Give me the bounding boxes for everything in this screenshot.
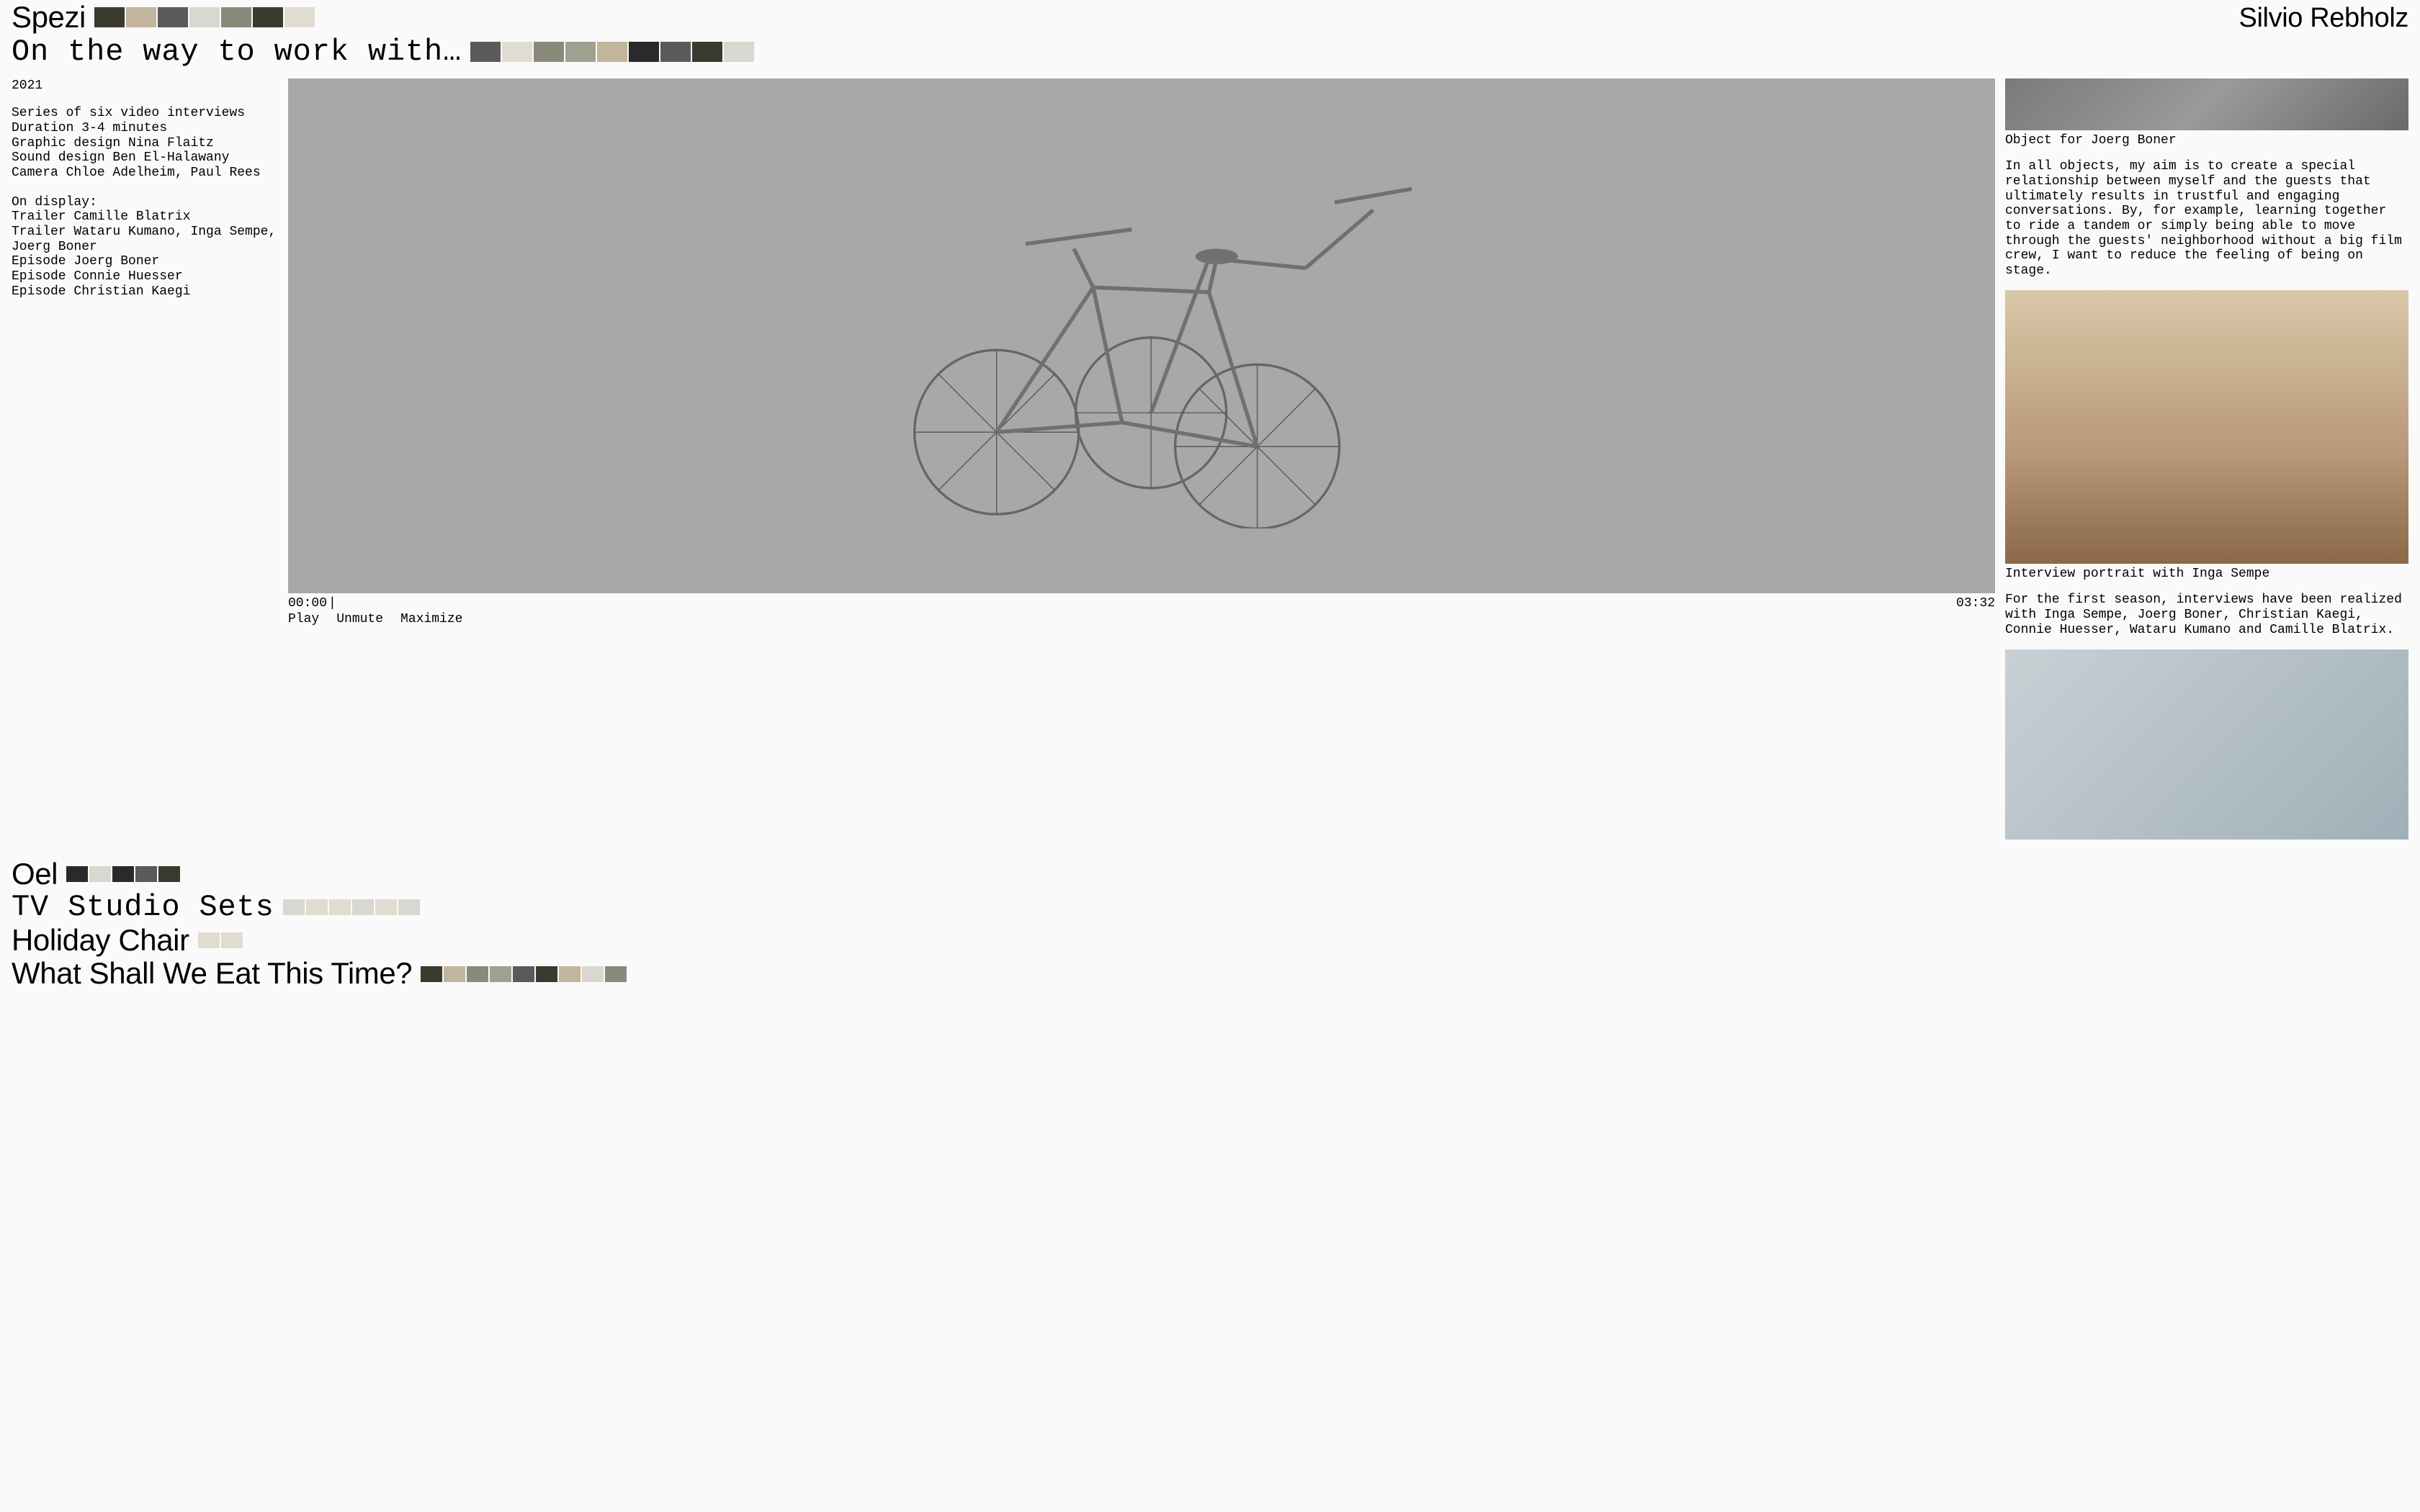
- site-name[interactable]: Silvio Rebholz: [2239, 3, 2408, 35]
- thumbnail-strip[interactable]: [94, 7, 315, 27]
- play-button[interactable]: Play: [288, 612, 319, 627]
- credit-line: Graphic design Nina Flaitz: [12, 136, 278, 151]
- display-item[interactable]: Trailer Camille Blatrix: [12, 210, 278, 225]
- sidebar: 2021 Series of six video interviews Dura…: [12, 78, 278, 842]
- project-row-holiday-chair[interactable]: Holiday Chair: [12, 923, 2408, 958]
- right-column: Object for Joerg Boner In all objects, m…: [2005, 78, 2408, 842]
- project-list: Oel TV Studio Sets Holiday Chair What Sh…: [12, 857, 2408, 991]
- bicycle-render-image: [501, 143, 1782, 528]
- image-portrait-sempe: [2005, 290, 2408, 564]
- credit-line: Sound design Ben El-Halawany: [12, 150, 278, 166]
- project-row-spezi[interactable]: Spezi: [12, 0, 2408, 35]
- project-title: Spezi: [12, 0, 86, 35]
- maximize-button[interactable]: Maximize: [400, 612, 462, 627]
- thumbnail-strip[interactable]: [421, 966, 627, 982]
- time-total: 03:32: [1956, 596, 1995, 611]
- display-item[interactable]: Episode Connie Huesser: [12, 269, 278, 284]
- video-progress-bar[interactable]: 00:00 | 03:32: [288, 596, 1995, 611]
- project-title: TV Studio Sets: [12, 890, 274, 924]
- project-title: What Shall We Eat This Time?: [12, 956, 412, 991]
- credit-line: Series of six video interviews: [12, 106, 278, 121]
- project-row-what-shall-we-eat[interactable]: What Shall We Eat This Time?: [12, 956, 2408, 991]
- body-paragraph: In all objects, my aim is to create a sp…: [2005, 159, 2408, 279]
- project-row-on-the-way[interactable]: On the way to work with…: [12, 35, 2408, 69]
- thumbnail-strip[interactable]: [198, 932, 243, 948]
- thumbnail-strip[interactable]: [470, 42, 754, 62]
- display-item[interactable]: Trailer Wataru Kumano, Inga Sempe, Joerg…: [12, 225, 278, 254]
- on-display-label: On display:: [12, 195, 278, 210]
- image-object-boner: [2005, 78, 2408, 130]
- image-additional: [2005, 649, 2408, 840]
- project-row-oel[interactable]: Oel: [12, 857, 2408, 891]
- time-current: 00:00: [288, 596, 327, 611]
- project-row-tv-studio[interactable]: TV Studio Sets: [12, 890, 2408, 924]
- image-caption: Interview portrait with Inga Sempe: [2005, 567, 2408, 582]
- credit-line: Duration 3-4 minutes: [12, 121, 278, 136]
- project-title: Oel: [12, 857, 58, 891]
- thumbnail-strip[interactable]: [283, 899, 420, 915]
- progress-cursor: |: [328, 596, 336, 611]
- unmute-button[interactable]: Unmute: [336, 612, 383, 627]
- thumbnail-strip[interactable]: [66, 866, 180, 882]
- project-year: 2021: [12, 78, 278, 94]
- display-item[interactable]: Episode Joerg Boner: [12, 254, 278, 269]
- project-title: Holiday Chair: [12, 923, 189, 958]
- display-item[interactable]: Episode Christian Kaegi: [12, 284, 278, 300]
- credit-line: Camera Chloe Adelheim, Paul Rees: [12, 166, 278, 181]
- project-title: On the way to work with…: [12, 35, 462, 69]
- video-controls: Play Unmute Maximize: [288, 612, 1995, 627]
- video-player[interactable]: [288, 78, 1995, 593]
- image-caption: Object for Joerg Boner: [2005, 133, 2408, 148]
- video-area: 00:00 | 03:32 Play Unmute Maximize: [288, 78, 1995, 842]
- body-paragraph: For the first season, interviews have be…: [2005, 593, 2408, 637]
